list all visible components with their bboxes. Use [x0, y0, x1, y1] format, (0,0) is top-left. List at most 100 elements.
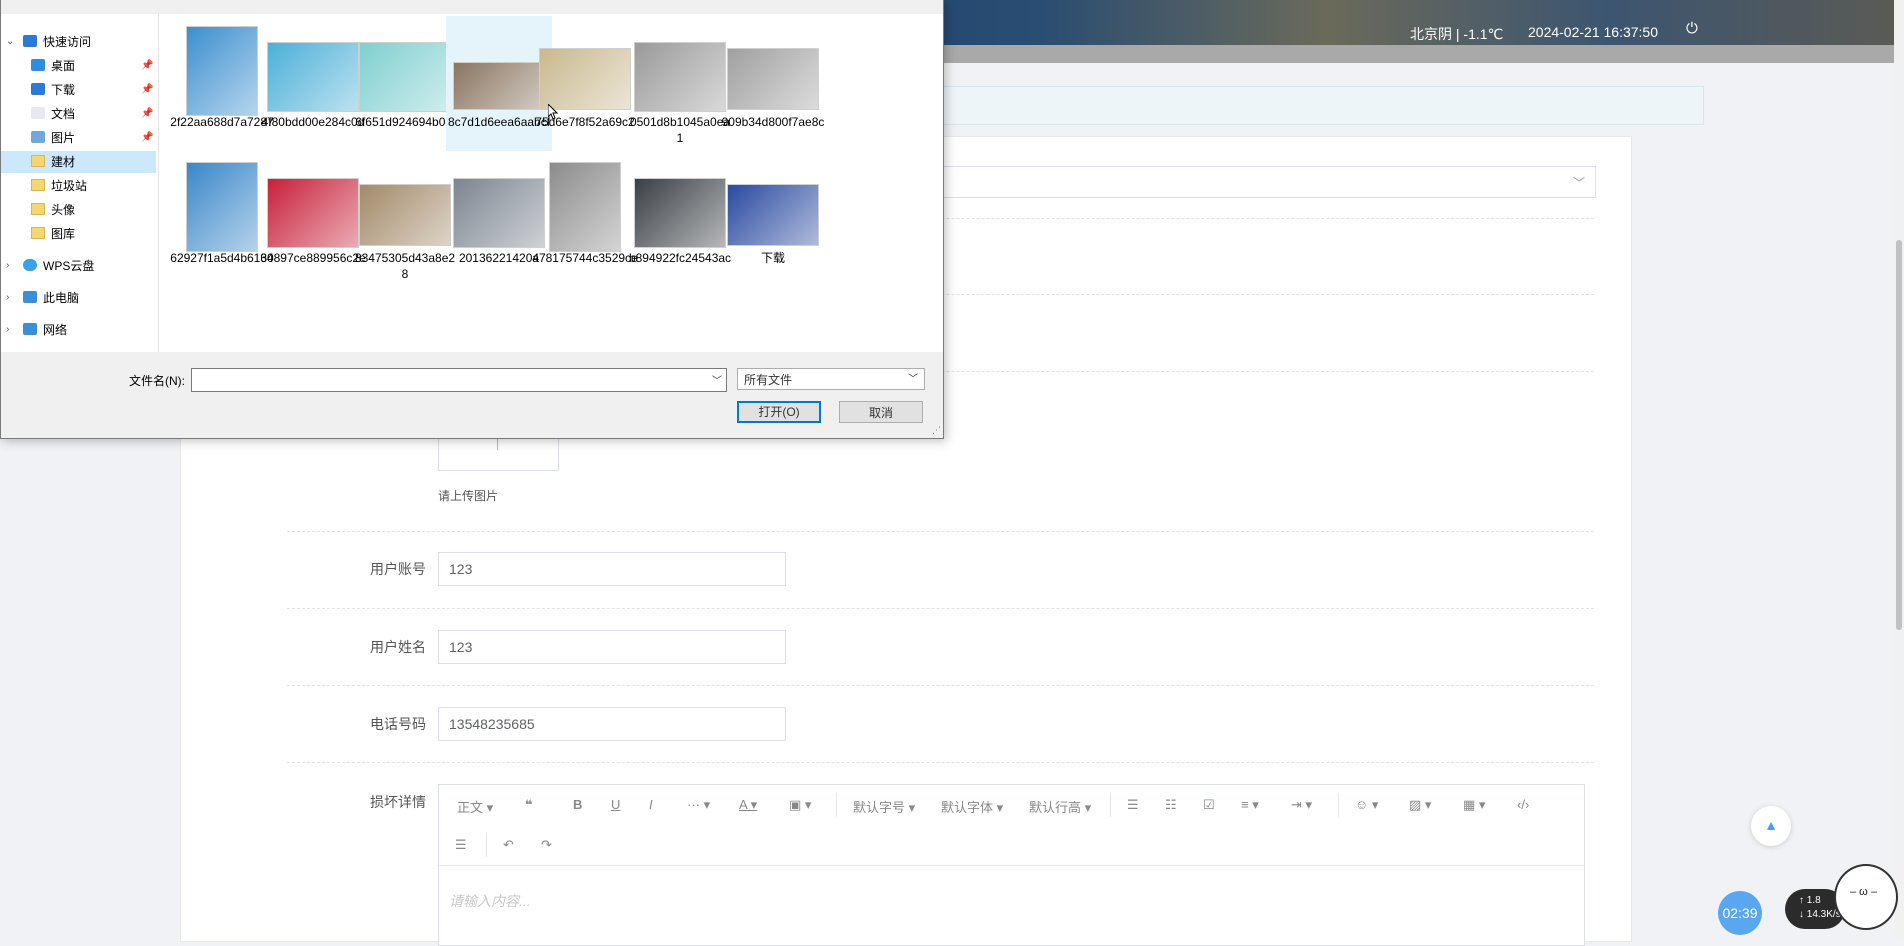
file-name: 下载	[760, 251, 785, 265]
file-name: 6f651d924694b0cf	[355, 115, 455, 129]
line-height-dropdown[interactable]: 默认行高 ▾	[1029, 797, 1091, 816]
align-icon[interactable]: ≡ ▾	[1241, 797, 1259, 813]
star-icon	[23, 35, 37, 47]
font-family-dropdown[interactable]: 默认字体 ▾	[941, 797, 1003, 816]
file-thumbnail	[267, 178, 359, 248]
computer-icon	[23, 291, 37, 303]
name-input[interactable]: 123	[438, 630, 786, 664]
back-to-top-button[interactable]: ▲	[1751, 806, 1791, 846]
undo-icon[interactable]: ↶	[503, 837, 514, 853]
code-icon[interactable]: ‹/›	[1517, 797, 1529, 812]
account-input[interactable]: 123	[438, 552, 786, 586]
numbered-list-icon[interactable]: ☷	[1165, 797, 1177, 813]
italic-icon[interactable]: I	[649, 797, 653, 812]
editor-toolbar-row2: ☰ ↶ ↷	[439, 825, 1584, 866]
todo-icon[interactable]: ☑	[1203, 797, 1215, 813]
file-thumbnail	[186, 162, 258, 252]
collapse-icon[interactable]: ›	[6, 319, 9, 341]
more-icon[interactable]: ··· ▾	[687, 797, 710, 813]
file-tile[interactable]: 75d6e7f8f52a69c2	[532, 16, 638, 151]
file-thumbnail	[186, 26, 258, 116]
weather-text: 北京阴 | -1.1℃	[1410, 26, 1504, 42]
mouse-cursor-icon	[548, 104, 558, 120]
scrollbar-thumb[interactable]	[1896, 240, 1902, 630]
toolbar-separator	[486, 833, 487, 857]
bold-icon[interactable]: B	[573, 797, 582, 812]
nav-item[interactable]: 桌面 📌	[1, 55, 156, 77]
file-name: 83475305d43a8e28	[354, 251, 456, 281]
phone-input[interactable]: 13548235685	[438, 707, 786, 741]
network-icon	[23, 323, 37, 335]
file-type-select[interactable]: 所有文件 ﹀	[737, 368, 925, 390]
table-icon[interactable]: ▦ ▾	[1463, 797, 1485, 813]
paragraph-style-dropdown[interactable]: 正文 ▾	[457, 797, 493, 816]
font-size-dropdown[interactable]: 默认字号 ▾	[853, 797, 915, 816]
category-select[interactable]: ﹀	[930, 166, 1596, 198]
indent-icon[interactable]: ⇥ ▾	[1291, 797, 1312, 813]
file-name: 909b34d800f7ae8c	[721, 115, 825, 129]
nav-item[interactable]: 图片 📌	[1, 127, 156, 149]
pin-icon: 📌	[141, 84, 154, 95]
background-color-icon[interactable]: ▣ ▾	[789, 797, 811, 813]
nav-item[interactable]: 下载 📌	[1, 79, 156, 101]
quote-icon[interactable]: ❝	[525, 797, 533, 813]
nav-item-label: 此电脑	[43, 291, 80, 305]
font-color-icon[interactable]: A ▾	[739, 797, 757, 813]
upload-speed: ↑ 1.8	[1799, 895, 1821, 906]
nav-item[interactable]: 建材	[1, 151, 156, 173]
file-thumbnail	[549, 162, 621, 252]
cancel-button[interactable]: 取消	[839, 401, 923, 423]
file-tile[interactable]: 909b34d800f7ae8c	[720, 16, 826, 151]
open-button[interactable]: 打开(O)	[737, 401, 821, 423]
nav-item[interactable]: › 网络	[1, 319, 156, 341]
file-name: a78175744c3529ce	[532, 251, 638, 265]
nav-item-label: 快速访问	[43, 35, 92, 49]
divider-line-icon[interactable]: ☰	[455, 837, 467, 853]
underline-icon[interactable]: U	[611, 797, 620, 812]
chevron-down-icon: ﹀	[1572, 176, 1585, 190]
nav-item[interactable]: ⌄ 快速访问	[1, 31, 156, 53]
file-name: 0501d8b1045a0ea1	[629, 115, 731, 145]
redo-icon[interactable]: ↷	[541, 837, 552, 853]
divider	[287, 685, 1594, 686]
nav-item[interactable]: 图库	[1, 223, 156, 245]
file-thumbnail	[634, 42, 726, 112]
file-tile[interactable]: 83475305d43a8e28	[352, 152, 458, 287]
resize-grip-icon[interactable]: ⋰	[932, 425, 941, 436]
nav-item[interactable]: 头像	[1, 199, 156, 221]
folder-icon	[31, 155, 45, 167]
file-thumbnail	[539, 48, 631, 110]
nav-item-label: 图片	[51, 131, 76, 145]
file-tile[interactable]: a78175744c3529ce	[532, 152, 638, 287]
file-name: 64897ce889956c2e	[260, 251, 366, 265]
nav-item[interactable]: › 此电脑	[1, 287, 156, 309]
image-icon[interactable]: ▨ ▾	[1409, 797, 1431, 813]
collapse-icon[interactable]: ›	[6, 287, 9, 309]
field-label-account: 用户账号	[370, 561, 426, 577]
chevron-down-icon[interactable]: ﹀	[712, 372, 722, 387]
rich-text-editor[interactable]: 正文 ▾ ❝ B U I ··· ▾ A ▾ ▣ ▾ 默认字号 ▾ 默认字体 ▾…	[438, 784, 1585, 946]
timer-widget[interactable]: 02:39	[1718, 891, 1762, 935]
file-tile[interactable]: 6f651d924694b0cf	[352, 16, 458, 151]
file-thumbnail	[727, 48, 819, 110]
file-tile[interactable]: 4f80bdd00e284c0d	[260, 16, 366, 151]
power-icon[interactable]: ⏻	[1686, 21, 1702, 37]
divider	[287, 531, 1594, 532]
expand-icon[interactable]: ⌄	[6, 31, 14, 53]
bullet-list-icon[interactable]: ☰	[1127, 797, 1139, 813]
filename-input[interactable]: ﹀	[191, 368, 727, 392]
field-label-phone: 电话号码	[370, 716, 426, 732]
emoji-icon[interactable]: ☺ ▾	[1355, 797, 1378, 813]
nav-item[interactable]: › WPS云盘	[1, 255, 156, 277]
file-thumbnail	[727, 184, 819, 246]
file-tile[interactable]: b894922fc24543ac	[627, 152, 733, 287]
file-tile[interactable]: 64897ce889956c2e	[260, 152, 366, 287]
nav-item[interactable]: 垃圾站	[1, 175, 156, 197]
page-scrollbar[interactable]	[1894, 0, 1904, 940]
collapse-icon[interactable]: ›	[6, 255, 9, 277]
file-tile[interactable]: 0501d8b1045a0ea1	[627, 16, 733, 151]
mascot-widget[interactable]: – ω –	[1826, 856, 1898, 940]
nav-item-label: 建材	[51, 155, 76, 169]
nav-item[interactable]: 文档 📌	[1, 103, 156, 125]
file-tile[interactable]: 下载	[720, 152, 826, 287]
